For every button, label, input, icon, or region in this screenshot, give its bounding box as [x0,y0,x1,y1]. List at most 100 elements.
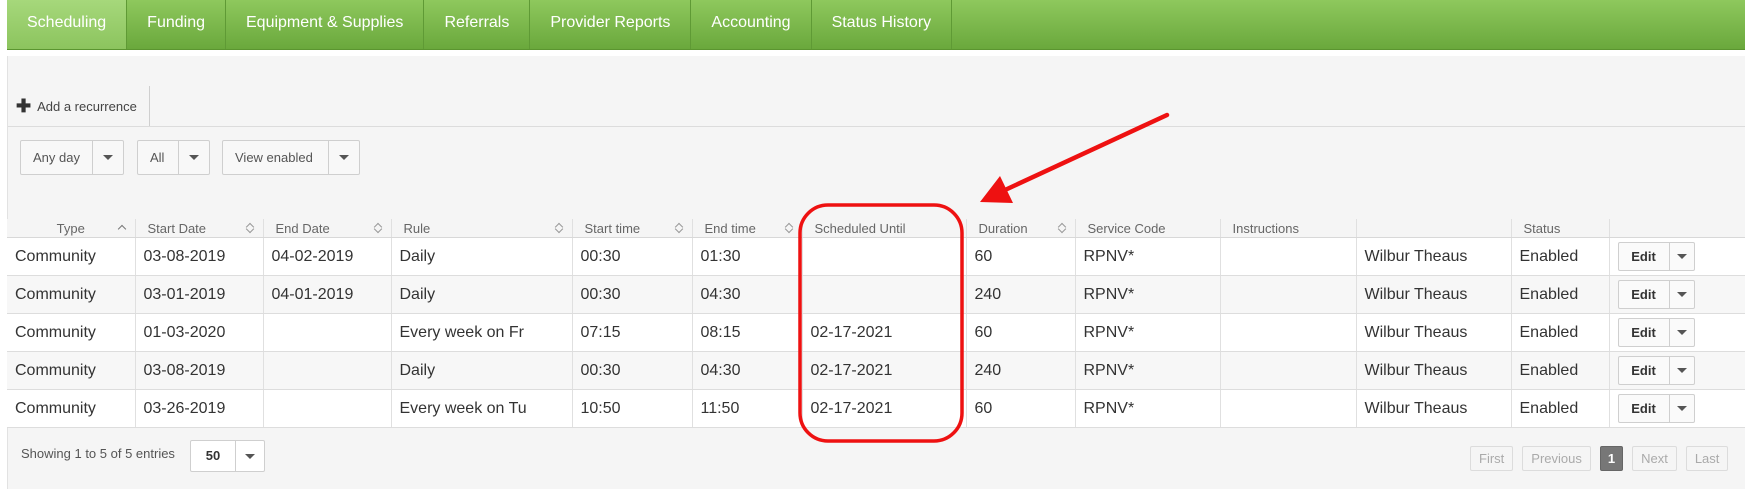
column-header-end-time[interactable]: End time [692,219,803,238]
column-header-start-date[interactable]: Start Date [135,219,264,238]
edit-button[interactable]: Edit [1619,243,1669,270]
column-header-duration[interactable]: Duration [966,219,1076,238]
cell-actions: Edit [1609,237,1745,276]
cell-instructions [1220,389,1357,428]
tab-provider-reports[interactable]: Provider Reports [530,0,692,49]
cell-start-time: 10:50 [572,389,693,428]
cell-provider: Wilbur Theaus [1356,313,1512,352]
cell-provider: Wilbur Theaus [1356,351,1512,390]
last-page-button[interactable]: Last [1685,446,1729,471]
column-header-actions [1609,219,1745,238]
sort-icon [554,221,564,235]
sort-icon [1057,221,1067,235]
edit-button[interactable]: Edit [1619,319,1669,346]
tab-equipment-supplies[interactable]: Equipment & Supplies [226,0,425,49]
table-row: Community 03-08-2019 Daily 00:30 04:30 02-17-… [7,351,1745,390]
type-filter-value: All [150,150,165,165]
type-filter-select[interactable]: All [137,140,210,175]
current-page-button[interactable]: 1 [1599,446,1624,471]
cell-end-date [263,351,392,390]
cell-scheduled-until [802,275,967,314]
cell-start-date: 03-08-2019 [135,237,264,276]
cell-end-time: 08:15 [692,313,803,352]
cell-service-code: RPNV* [1075,351,1221,390]
enabled-filter-value: View enabled [235,150,313,165]
tab-status-history[interactable]: Status History [812,0,953,49]
chevron-down-icon[interactable] [1668,395,1694,422]
column-header-start-time[interactable]: Start time [572,219,693,238]
cell-rule: Every week on Tu [391,389,573,428]
cell-type: Community [7,389,136,428]
cell-end-date: 04-02-2019 [263,237,392,276]
plus-icon: ✚ [16,96,32,116]
page-size-select[interactable]: 50 [190,440,265,472]
cell-status: Enabled [1511,237,1610,276]
cell-start-date: 03-01-2019 [135,275,264,314]
add-recurrence-label: Add a recurrence [37,98,137,114]
tab-accounting[interactable]: Accounting [691,0,812,49]
cell-actions: Edit [1609,275,1745,314]
cell-end-time: 04:30 [692,351,803,390]
edit-button[interactable]: Edit [1619,281,1669,308]
edit-button-group: Edit [1617,242,1695,271]
day-filter-select[interactable]: Any day [20,140,124,175]
edit-button-group: Edit [1617,356,1695,385]
cell-instructions [1220,275,1357,314]
entries-info: Showing 1 to 5 of 5 entries [21,446,175,461]
cell-service-code: RPNV* [1075,313,1221,352]
cell-start-time: 00:30 [572,237,693,276]
cell-status: Enabled [1511,351,1610,390]
cell-scheduled-until [802,237,967,276]
cell-start-time: 00:30 [572,275,693,314]
edit-button-group: Edit [1617,318,1695,347]
tab-scheduling[interactable]: Scheduling [7,0,128,49]
cell-rule: Daily [391,275,573,314]
cell-end-date: 04-01-2019 [263,275,392,314]
cell-duration: 240 [966,275,1076,314]
column-header-rule[interactable]: Rule [391,219,573,238]
edit-button[interactable]: Edit [1619,357,1669,384]
day-filter-value: Any day [33,150,80,165]
cell-provider: Wilbur Theaus [1356,389,1512,428]
chevron-down-icon [92,141,123,174]
column-header-service-code: Service Code [1075,219,1221,238]
enabled-filter-select[interactable]: View enabled [222,140,360,175]
edit-button-group: Edit [1617,280,1695,309]
pagination: First Previous 1 Next Last [1461,446,1729,471]
first-page-button[interactable]: First [1470,446,1514,471]
column-header-type[interactable]: Type [7,219,136,238]
chevron-down-icon[interactable] [1668,319,1694,346]
sort-icon [784,221,794,235]
chevron-down-icon[interactable] [1668,243,1694,270]
cell-service-code: RPNV* [1075,237,1221,276]
cell-end-time: 01:30 [692,237,803,276]
cell-rule: Daily [391,237,573,276]
column-header-scheduled-until: Scheduled Until [802,219,967,238]
page-size-value: 50 [205,448,221,463]
next-page-button[interactable]: Next [1632,446,1677,471]
cell-service-code: RPNV* [1075,389,1221,428]
tab-funding[interactable]: Funding [127,0,226,49]
chevron-down-icon[interactable] [1668,357,1694,384]
cell-provider: Wilbur Theaus [1356,275,1512,314]
tab-referrals[interactable]: Referrals [424,0,531,49]
cell-duration: 60 [966,313,1076,352]
cell-rule: Daily [391,351,573,390]
cell-status: Enabled [1511,313,1610,352]
cell-rule: Every week on Fr [391,313,573,352]
add-recurrence-button[interactable]: ✚ Add a recurrence [16,86,150,126]
column-header-end-date[interactable]: End Date [263,219,392,238]
cell-duration: 240 [966,351,1076,390]
previous-page-button[interactable]: Previous [1522,446,1591,471]
cell-instructions [1220,313,1357,352]
cell-end-time: 04:30 [692,275,803,314]
table-row: Community 03-01-2019 04-01-2019 Daily 00:30 0… [7,275,1745,314]
chevron-down-icon[interactable] [1668,281,1694,308]
cell-duration: 60 [966,389,1076,428]
cell-type: Community [7,237,136,276]
chevron-down-icon [178,141,209,174]
cell-start-date: 03-26-2019 [135,389,264,428]
cell-start-time: 07:15 [572,313,693,352]
cell-actions: Edit [1609,351,1745,390]
edit-button[interactable]: Edit [1619,395,1669,422]
